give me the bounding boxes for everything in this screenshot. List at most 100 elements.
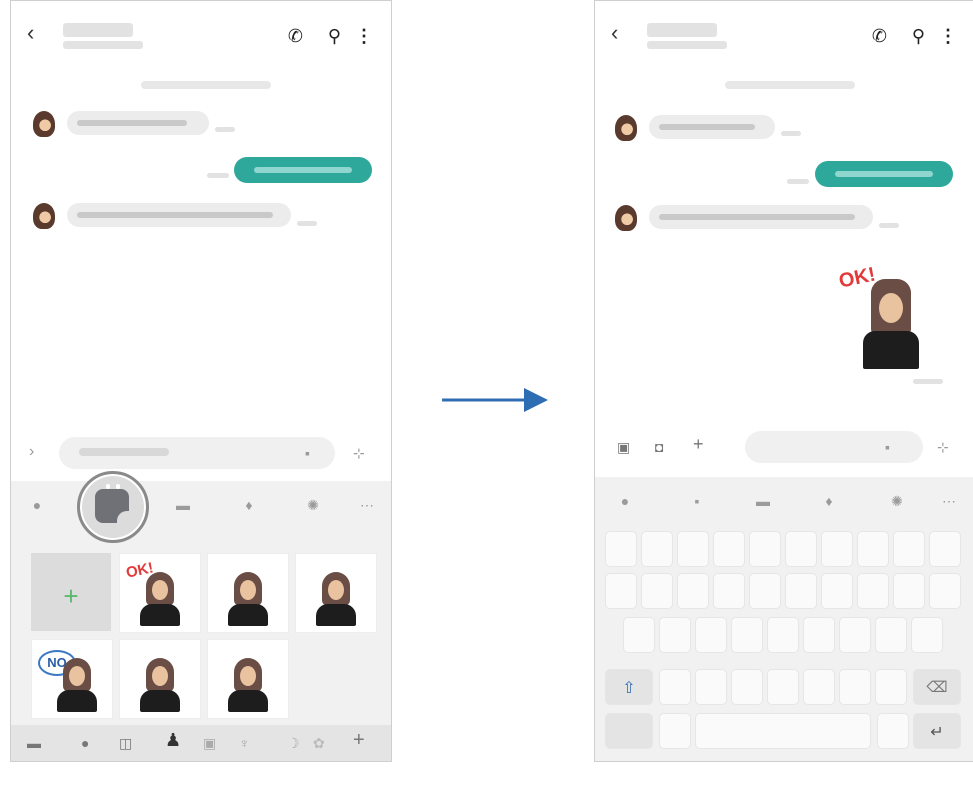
key[interactable] [749,573,781,609]
send-icon[interactable]: ⊹ [937,440,949,454]
add-sticker-button[interactable]: + [31,553,111,631]
key[interactable] [623,617,655,653]
key[interactable] [877,713,909,749]
key[interactable] [875,669,907,705]
key[interactable] [731,617,763,653]
more-icon[interactable]: ⋯ [941,493,957,509]
key[interactable] [659,617,691,653]
sticker-button-highlight[interactable] [77,471,149,543]
send-icon[interactable]: ⊹ [353,446,365,460]
mic-icon[interactable]: ♦ [241,497,257,513]
key[interactable] [641,531,673,567]
key[interactable] [731,669,763,705]
message-bubble-incoming[interactable] [67,203,291,227]
backspace-key[interactable]: ⌫ [913,669,961,705]
sticker-celebrate[interactable] [295,553,377,633]
keyboard-tab-icon[interactable]: ▬ [27,736,41,750]
sticker-wave[interactable] [207,553,289,633]
sent-sticker[interactable]: OK! [831,257,949,377]
back-icon[interactable]: ‹ [611,22,618,44]
key[interactable] [713,531,745,567]
space-key[interactable] [695,713,871,749]
key[interactable] [641,573,673,609]
key[interactable] [749,531,781,567]
message-bubble-outgoing[interactable] [234,157,372,183]
expand-icon[interactable]: › [29,444,34,460]
pack-tab-icon[interactable]: ▣ [203,736,216,750]
message-bubble-outgoing[interactable] [815,161,953,187]
search-icon[interactable]: ⚲ [328,27,341,45]
key[interactable] [893,531,925,567]
key[interactable] [893,573,925,609]
keyboard-toolbar: ● ▪ ▬ ♦ ✺ ⋯ [595,477,973,527]
sticker-ok[interactable]: OK! [119,553,201,633]
message-input[interactable] [59,437,335,469]
emoji-icon[interactable]: ● [29,497,45,513]
message-time [207,173,229,178]
emoji-icon[interactable]: ● [617,493,633,509]
key[interactable] [695,669,727,705]
gif-icon[interactable]: ▬ [755,493,771,509]
settings-icon[interactable]: ✺ [889,493,905,509]
shift-key[interactable]: ⇧ [605,669,653,705]
more-icon[interactable]: ⋯ [359,497,375,513]
message-bubble-incoming[interactable] [649,115,775,139]
sticker-icon[interactable]: ▪ [689,493,705,509]
sticker-icon[interactable]: ▪ [305,446,310,460]
phone-icon[interactable]: ✆ [872,27,887,45]
more-icon[interactable]: ⋮ [939,27,957,45]
key[interactable] [785,531,817,567]
sticker-tab-icon[interactable]: ◫ [119,736,132,750]
pack-tab-icon[interactable]: ☽ [287,736,300,750]
key[interactable] [803,617,835,653]
message-bubble-incoming[interactable] [67,111,209,135]
avatar-tab-icon[interactable]: ♟ [165,731,181,749]
key[interactable] [929,573,961,609]
search-icon[interactable]: ⚲ [912,27,925,45]
key[interactable] [821,531,853,567]
pack-tab-icon[interactable]: ✿ [313,736,325,750]
sticker-thinking[interactable] [119,639,201,719]
phone-icon[interactable]: ✆ [288,27,303,45]
key[interactable] [857,573,889,609]
settings-icon[interactable]: ✺ [305,497,321,513]
key[interactable] [857,531,889,567]
key[interactable] [803,669,835,705]
key[interactable] [605,531,637,567]
add-pack-icon[interactable]: + [353,730,365,750]
more-icon[interactable]: ⋮ [355,27,373,45]
pack-tab-icon[interactable]: ♆ [239,736,250,750]
key[interactable] [659,713,691,749]
key[interactable] [695,617,727,653]
add-icon[interactable]: + [693,435,704,453]
key[interactable] [659,669,691,705]
key[interactable] [767,617,799,653]
key[interactable] [821,573,853,609]
camera-icon[interactable]: ◘ [655,440,663,454]
key[interactable] [605,573,637,609]
gif-icon[interactable]: ▬ [175,497,191,513]
key[interactable] [677,531,709,567]
sticker-icon[interactable]: ▪ [885,440,890,454]
symbols-key[interactable] [605,713,653,749]
gallery-icon[interactable]: ▣ [617,440,630,454]
key[interactable] [767,669,799,705]
key[interactable] [929,531,961,567]
key[interactable] [875,617,907,653]
key[interactable] [713,573,745,609]
message-bubble-incoming[interactable] [649,205,873,229]
sticker-flowers[interactable] [207,639,289,719]
key[interactable] [839,617,871,653]
key[interactable] [911,617,943,653]
message-input[interactable] [745,431,923,463]
key[interactable] [839,669,871,705]
mic-icon[interactable]: ♦ [821,493,837,509]
key[interactable] [785,573,817,609]
enter-key[interactable]: ↵ [913,713,961,749]
recent-tab-icon[interactable]: ● [81,736,89,750]
sticker-no[interactable]: NO [31,639,113,719]
key[interactable] [677,573,709,609]
back-icon[interactable]: ‹ [27,22,34,44]
message-time [879,223,899,228]
contact-avatar [615,205,637,231]
